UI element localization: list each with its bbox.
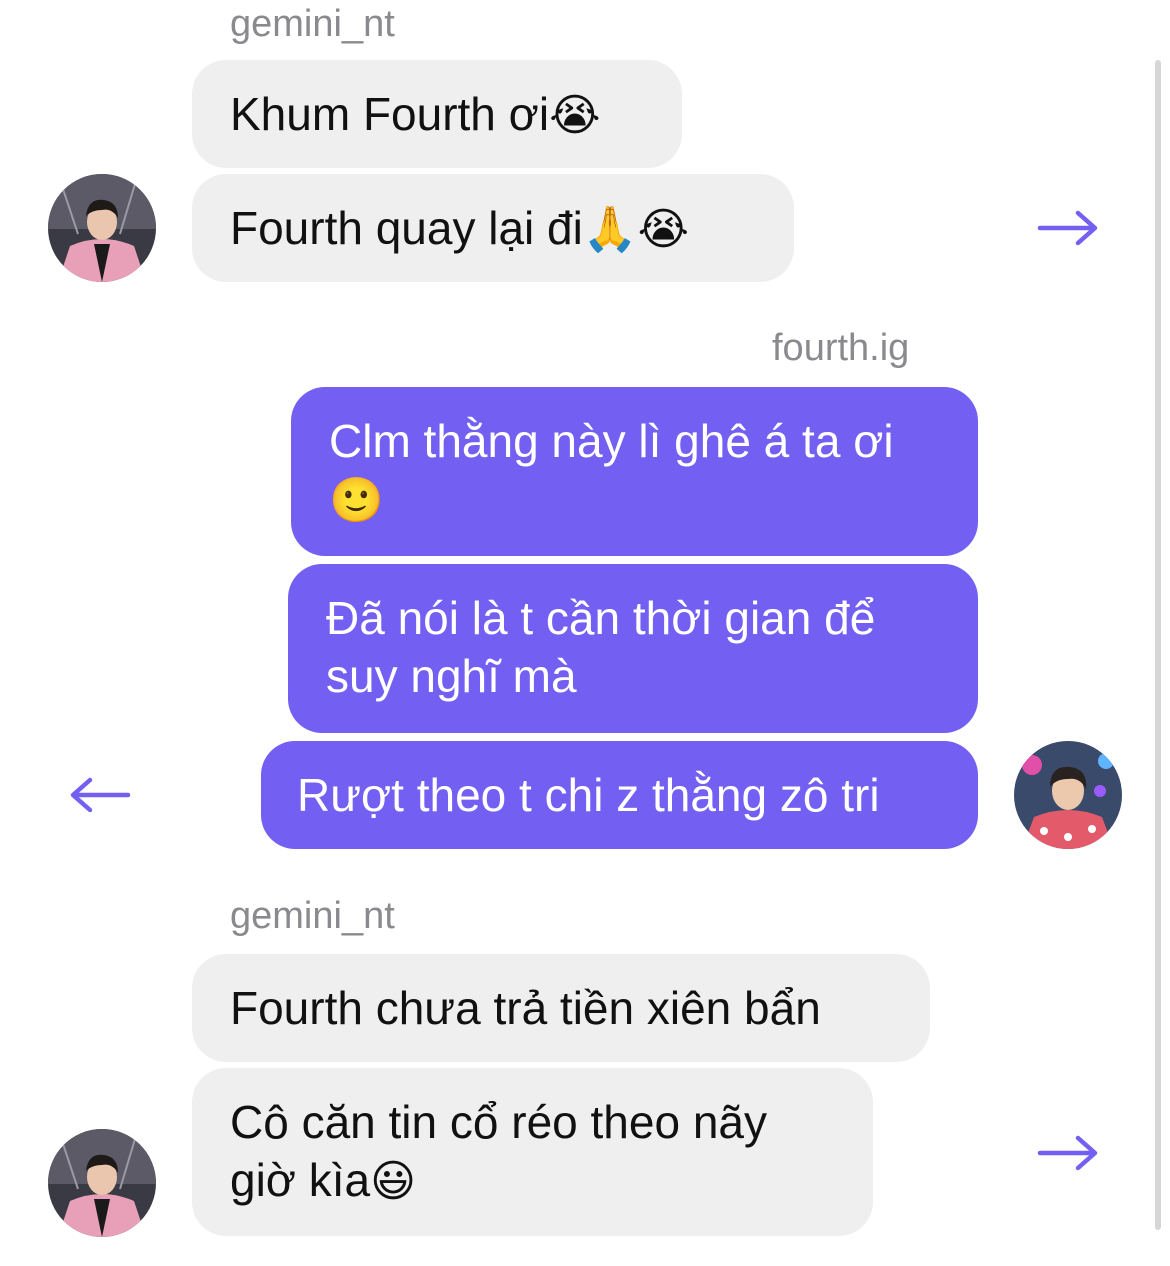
slightly-smiling-emoji: 🙂	[329, 475, 384, 526]
message-text: Fourth chưa trả tiền xiên bẩn	[230, 982, 821, 1034]
sender-name: gemini_nt	[230, 3, 395, 45]
message-text: Khum Fourth ơi	[230, 88, 550, 140]
message-text: Đã nói là t cần thời gian để suy nghĩ mà	[326, 592, 876, 702]
message-text: Clm thằng này lì ghê á ta ơi	[329, 415, 894, 467]
avatar[interactable]	[48, 1129, 156, 1237]
avatar[interactable]	[1014, 741, 1122, 849]
arrow-right-icon[interactable]	[1036, 1133, 1100, 1173]
arrow-left-icon[interactable]	[68, 775, 132, 815]
message-bubble[interactable]: Rượt theo t chi z thằng zô tri	[261, 741, 978, 849]
folded-hands-crying-emoji: 🙏😭	[582, 204, 690, 255]
avatar[interactable]	[48, 174, 156, 282]
message-bubble[interactable]: Cô căn tin cổ réo theo nãy giờ kìa😃	[192, 1068, 873, 1236]
message-bubble[interactable]: Fourth chưa trả tiền xiên bẩn	[192, 954, 930, 1062]
arrow-right-icon[interactable]	[1036, 208, 1100, 248]
sender-name: fourth.ig	[772, 327, 910, 369]
message-bubble[interactable]: Clm thằng này lì ghê á ta ơi 🙂	[291, 387, 978, 556]
message-bubble[interactable]: Fourth quay lại đi🙏😭	[192, 174, 794, 282]
message-text: Fourth quay lại đi	[230, 202, 583, 254]
message-text: Rượt theo t chi z thằng zô tri	[297, 769, 880, 821]
grinning-emoji: 😃	[370, 1156, 416, 1207]
message-text: Cô căn tin cổ réo theo nãy giờ kìa	[230, 1096, 767, 1206]
loudly-crying-emoji: 😭	[549, 90, 601, 141]
message-bubble[interactable]: Khum Fourth ơi😭	[192, 60, 682, 168]
scrollbar[interactable]	[1155, 60, 1161, 1230]
sender-name: gemini_nt	[230, 895, 395, 937]
message-bubble[interactable]: Đã nói là t cần thời gian để suy nghĩ mà	[288, 564, 978, 733]
